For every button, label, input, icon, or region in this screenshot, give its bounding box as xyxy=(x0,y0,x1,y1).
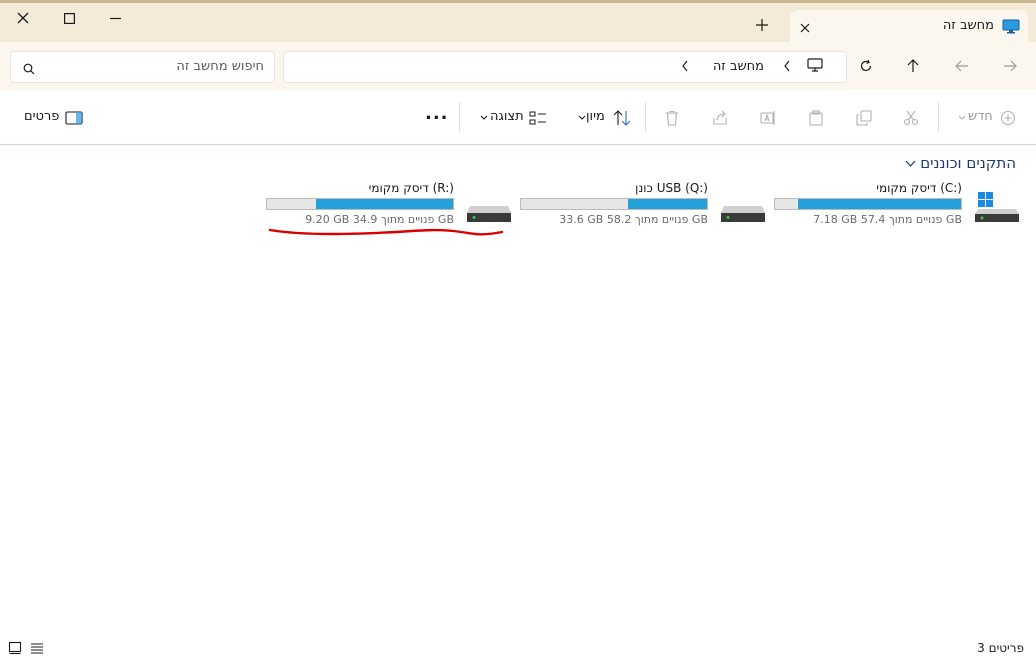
sort-icon[interactable] xyxy=(612,108,632,128)
drive-name: דיסק מקומי (R:) xyxy=(368,181,454,195)
drive-usage-fill xyxy=(316,199,453,209)
tiles-view-icon[interactable] xyxy=(8,640,22,659)
item-count: 3 פריטים xyxy=(977,641,1024,655)
delete-icon[interactable] xyxy=(662,108,682,128)
maximize-window-button[interactable] xyxy=(46,3,92,33)
drive-free-space: 7.18 GB פנויים מתוך 57.4 GB xyxy=(813,213,962,226)
close-icon xyxy=(17,12,29,24)
chevron-left-icon[interactable] xyxy=(680,58,690,78)
group-title: התקנים וכוננים xyxy=(920,154,1016,172)
details-view-icon[interactable] xyxy=(30,640,44,659)
drive-usage-bar xyxy=(520,198,708,210)
chevron-left-icon[interactable] xyxy=(782,58,792,78)
chevron-down-icon xyxy=(905,154,916,172)
plus-circle-icon[interactable] xyxy=(998,108,1018,128)
toolbar-separator xyxy=(938,102,939,132)
title-bar-top-strip xyxy=(0,0,1036,3)
hdd-windows-icon xyxy=(974,192,1020,226)
monitor-icon xyxy=(1002,19,1020,38)
arrow-left-icon xyxy=(955,60,968,72)
search-input[interactable]: חיפוש מחשב זה xyxy=(10,51,275,83)
new-tab-button[interactable] xyxy=(756,16,768,35)
title-bar: מחשב זה xyxy=(0,0,1036,42)
monitor-icon xyxy=(806,57,824,77)
paste-icon[interactable] xyxy=(806,108,826,128)
tab-this-pc[interactable]: מחשב זה xyxy=(790,10,1028,42)
breadcrumb-this-pc[interactable]: מחשב זה xyxy=(713,59,764,74)
drive-usage-bar xyxy=(266,198,454,210)
drive-usage-fill xyxy=(798,199,961,209)
cut-icon[interactable] xyxy=(901,108,921,128)
drive-item[interactable]: דיסק מקומי (C:) 7.18 GB פנויים מתוך 57.4… xyxy=(770,180,1020,230)
new-button[interactable]: חדש xyxy=(968,109,993,124)
forward-button[interactable] xyxy=(997,54,1023,78)
toolbar-separator xyxy=(645,102,646,132)
minimize-window-button[interactable] xyxy=(92,3,138,33)
refresh-icon xyxy=(860,59,872,72)
details-pane-icon[interactable] xyxy=(64,108,84,128)
more-options-button[interactable]: ... xyxy=(425,103,449,124)
drive-usage-bar xyxy=(774,198,962,210)
refresh-button[interactable] xyxy=(853,54,879,78)
toolbar-separator xyxy=(459,102,460,132)
address-input[interactable]: מחשב זה xyxy=(283,51,847,83)
address-bar-area: חיפוש מחשב זה מחשב זה xyxy=(0,42,1036,90)
hdd-icon xyxy=(466,192,512,226)
copy-icon[interactable] xyxy=(854,108,874,128)
close-icon xyxy=(800,23,810,33)
search-placeholder: חיפוש מחשב זה xyxy=(176,59,264,74)
plus-icon xyxy=(756,19,768,31)
view-button[interactable]: תצוגה xyxy=(490,109,524,124)
arrow-up-icon xyxy=(907,59,919,72)
command-bar: פרטים ... תצוגה מיון חדש xyxy=(0,90,1036,145)
back-button[interactable] xyxy=(949,54,975,78)
arrow-right-icon xyxy=(1004,60,1017,72)
red-underline-annotation xyxy=(268,228,504,236)
drive-free-space: 9.20 GB פנויים מתוך 34.9 GB xyxy=(305,213,454,226)
maximize-icon xyxy=(63,12,75,24)
rename-icon[interactable] xyxy=(758,108,778,128)
drive-free-space: 33.6 GB פנויים מתוך 58.2 GB xyxy=(559,213,708,226)
group-header-devices[interactable]: התקנים וכוננים xyxy=(905,154,1016,172)
view-layout-icon[interactable] xyxy=(528,108,548,128)
status-bar: 3 פריטים xyxy=(0,636,1036,660)
details-button[interactable]: פרטים xyxy=(24,109,59,124)
tab-close-button[interactable] xyxy=(800,18,810,37)
drive-usage-fill xyxy=(628,199,707,209)
drive-name: כונן USB (Q:) xyxy=(635,181,708,195)
hdd-icon xyxy=(720,192,766,226)
sort-button[interactable]: מיון xyxy=(586,109,605,124)
up-button[interactable] xyxy=(900,54,926,78)
drive-item[interactable]: כונן USB (Q:) 33.6 GB פנויים מתוך 58.2 G… xyxy=(516,180,766,230)
close-window-button[interactable] xyxy=(0,3,46,33)
tab-title: מחשב זה xyxy=(942,18,994,33)
share-icon[interactable] xyxy=(710,108,730,128)
drive-item[interactable]: דיסק מקומי (R:) 9.20 GB פנויים מתוך 34.9… xyxy=(262,180,512,230)
minimize-icon xyxy=(109,17,121,19)
search-icon xyxy=(23,60,35,79)
drive-name: דיסק מקומי (C:) xyxy=(876,181,962,195)
